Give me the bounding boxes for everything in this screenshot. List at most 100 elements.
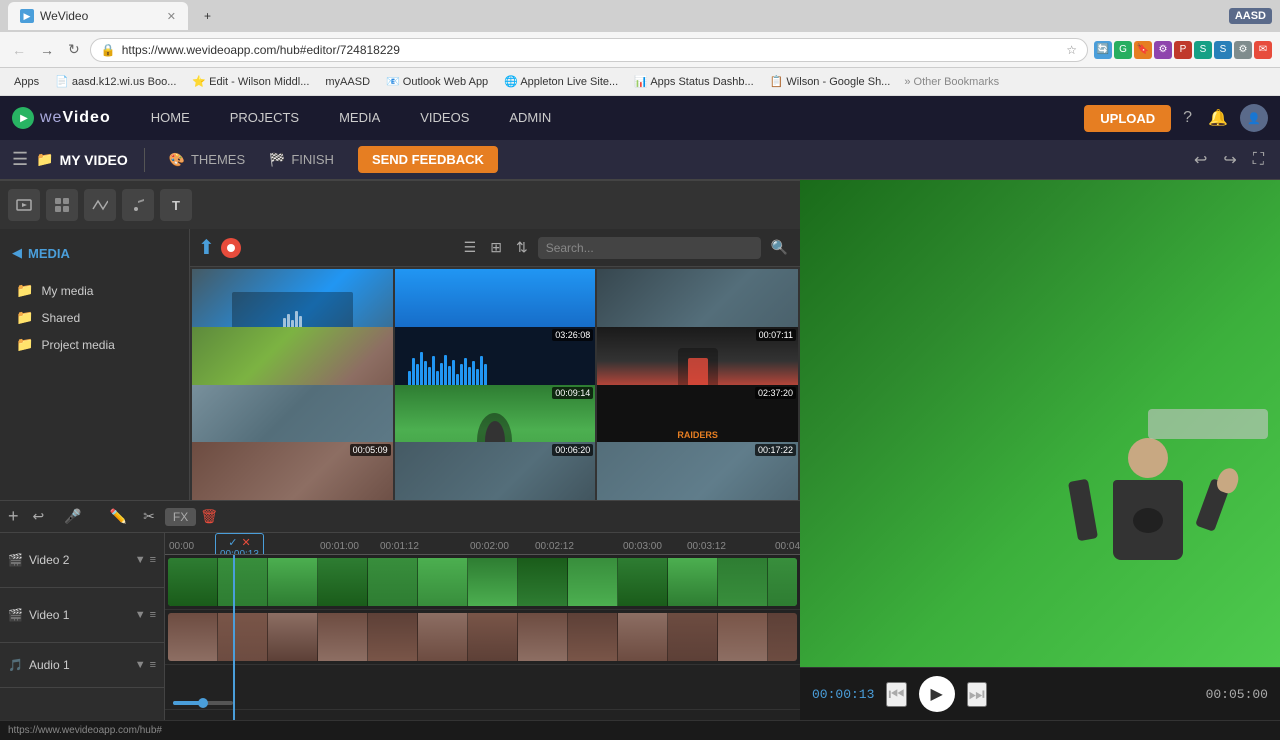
preview-scrubber[interactable] — [1148, 409, 1268, 439]
media-record-button[interactable] — [221, 238, 241, 258]
send-feedback-button[interactable]: SEND FEEDBACK — [358, 146, 498, 173]
sidebar-item-shared[interactable]: 📁 Shared — [8, 304, 181, 331]
more-bookmarks[interactable]: » Other Bookmarks — [904, 76, 999, 88]
tool-text-icon[interactable]: T — [160, 189, 192, 221]
media-item-11[interactable]: 00:17:22 — [597, 442, 798, 500]
notification-icon[interactable]: 🔔 — [1204, 104, 1232, 132]
fx-button[interactable]: FX — [165, 508, 196, 526]
help-icon[interactable]: ? — [1179, 105, 1196, 131]
bookmark-myaasd[interactable]: myAASD — [319, 74, 376, 90]
timeline-track-video1[interactable] — [165, 610, 800, 665]
nav-projects[interactable]: PROJECTS — [210, 96, 319, 140]
sidebar-item-mymedia[interactable]: 📁 My media — [8, 277, 181, 304]
tool-audio-icon[interactable] — [122, 189, 154, 221]
redo-icon[interactable]: ↪ — [1219, 146, 1240, 174]
tooltip-x-icon[interactable]: ✕ — [241, 536, 250, 549]
main-row: T ◀ MEDIA 📁 My media — [0, 180, 1280, 720]
upload-button[interactable]: UPLOAD — [1084, 105, 1171, 132]
forward-button[interactable]: → — [36, 38, 58, 62]
new-tab-button[interactable]: + — [192, 2, 223, 30]
browser-chrome: ▶ WeVideo ✕ + AASD ← → ↻ 🔒 https://www.w… — [0, 0, 1280, 96]
bookmark-wilson[interactable]: 📋 Wilson - Google Sh... — [764, 73, 897, 90]
bookmark-outlook[interactable]: 📧 Outlook Web App — [380, 73, 494, 90]
video2-frames — [168, 558, 797, 606]
skip-back-button[interactable]: ⏮ — [886, 682, 906, 707]
track-header-video1: 🎬 Video 1 ▼ ≡ — [0, 588, 164, 643]
track-dropdown-icon[interactable]: ▼ — [135, 554, 146, 566]
media-search-input[interactable] — [538, 237, 761, 259]
nav-media[interactable]: MEDIA — [319, 96, 400, 140]
back-button[interactable]: ← — [8, 38, 30, 62]
tool-transition-icon[interactable] — [84, 189, 116, 221]
ext-icon-8[interactable]: ⚙ — [1234, 41, 1252, 59]
ext-icon-4[interactable]: ⚙ — [1154, 41, 1172, 59]
bookmark-appleton[interactable]: 🌐 Appleton Live Site... — [498, 73, 624, 90]
address-bar[interactable]: 🔒 https://www.wevideoapp.com/hub#editor/… — [90, 38, 1088, 62]
refresh-button[interactable]: ↻ — [64, 37, 84, 62]
user-avatar[interactable]: 👤 — [1240, 104, 1268, 132]
nav-videos[interactable]: VIDEOS — [400, 96, 489, 140]
filter-icon[interactable]: ⊞ — [486, 237, 506, 258]
list-view-icon[interactable]: ☰ — [460, 237, 481, 258]
timeline-section: + ↩ 🎤 ✏️ ✂ FX 🗑 — [0, 500, 800, 720]
toolbar: ☰ 📁 MY VIDEO 🎨 THEMES 🏁 FINISH SEND FEED… — [0, 140, 1280, 180]
tool-layout-icon[interactable] — [46, 189, 78, 221]
themes-button[interactable]: 🎨 THEMES — [161, 148, 253, 172]
volume-slider[interactable] — [173, 701, 233, 705]
bookmark-apps-status[interactable]: 📊 Apps Status Dashb... — [628, 73, 759, 90]
audio-dropdown-icon[interactable]: ▼ — [135, 659, 146, 671]
ext-icon-9[interactable]: ✉ — [1254, 41, 1272, 59]
playhead-line — [233, 555, 235, 720]
nav-home[interactable]: HOME — [131, 96, 210, 140]
sidebar-item-projectmedia[interactable]: 📁 Project media — [8, 331, 181, 358]
mic-icon[interactable]: 🎤 — [58, 505, 87, 528]
right-panel: 00:00:13 ⏮ ▶ ⏭ 00:05:00 — [800, 180, 1280, 720]
ext-icon-5[interactable]: P — [1174, 41, 1192, 59]
tab-close-icon[interactable]: ✕ — [167, 10, 176, 23]
volume-thumb[interactable] — [198, 698, 208, 708]
active-tab[interactable]: ▶ WeVideo ✕ — [8, 2, 188, 30]
menu-hamburger-icon[interactable]: ☰ — [12, 149, 28, 170]
timeline-add-button[interactable]: + — [8, 506, 19, 527]
media-item-10[interactable]: 00:06:20 — [395, 442, 596, 500]
tool-media-icon[interactable] — [8, 189, 40, 221]
search-icon[interactable]: 🔍 — [767, 237, 792, 258]
ruler-playhead: ✓ ✕ 00:00:13 — [233, 533, 235, 554]
ext-icon-7[interactable]: S — [1214, 41, 1232, 59]
nav-admin[interactable]: ADMIN — [489, 96, 571, 140]
ruler-mark-5: 00:03:00 — [623, 541, 662, 552]
ruler-mark-2: 00:01:12 — [380, 541, 419, 552]
scissors-icon[interactable]: ✂ — [137, 505, 161, 528]
bookmark-aasd[interactable]: 📄 aasd.k12.wi.us Boo... — [49, 73, 182, 90]
back-arrow-icon[interactable]: ◀ — [12, 245, 22, 261]
undo-icon[interactable]: ↩ — [1190, 146, 1211, 174]
ext-icon-3[interactable]: 🔖 — [1134, 41, 1152, 59]
ext-icon-6[interactable]: S — [1194, 41, 1212, 59]
undo-timeline-icon[interactable]: ↩ — [27, 505, 51, 528]
audio-menu-icon[interactable]: ≡ — [150, 659, 156, 671]
bookmark-edit[interactable]: ⭐ Edit - Wilson Middl... — [186, 73, 315, 90]
ext-icon-1[interactable]: 🔄 — [1094, 41, 1112, 59]
finish-button[interactable]: 🏁 FINISH — [261, 148, 342, 172]
pencil-icon[interactable]: ✏️ — [104, 505, 133, 528]
star-icon[interactable]: ☆ — [1066, 43, 1077, 57]
bookmark-apps[interactable]: Apps — [8, 74, 45, 90]
fullscreen-icon[interactable]: ⛶ — [1249, 147, 1268, 173]
video1-clip[interactable] — [168, 613, 797, 661]
media-upload-button[interactable]: ⬆ — [198, 235, 215, 260]
play-button[interactable]: ▶ — [919, 676, 955, 712]
track1-dropdown-icon[interactable]: ▼ — [135, 609, 146, 621]
video1-frames — [168, 613, 797, 661]
tab-title: WeVideo — [40, 9, 88, 23]
timeline-track-video2[interactable] — [165, 555, 800, 610]
media-item-9[interactable]: 00:05:09 — [192, 442, 393, 500]
sort-icon[interactable]: ⇅ — [512, 237, 532, 258]
track1-menu-icon[interactable]: ≡ — [150, 609, 156, 621]
delete-icon[interactable]: 🗑 — [200, 508, 218, 525]
media-duration-7: 00:09:14 — [552, 387, 593, 399]
ext-icon-2[interactable]: G — [1114, 41, 1132, 59]
skip-forward-button[interactable]: ⏭ — [967, 682, 987, 707]
track-menu-icon[interactable]: ≡ — [150, 554, 156, 566]
timeline-track-audio1[interactable] — [165, 665, 800, 710]
video2-clip[interactable] — [168, 558, 797, 606]
